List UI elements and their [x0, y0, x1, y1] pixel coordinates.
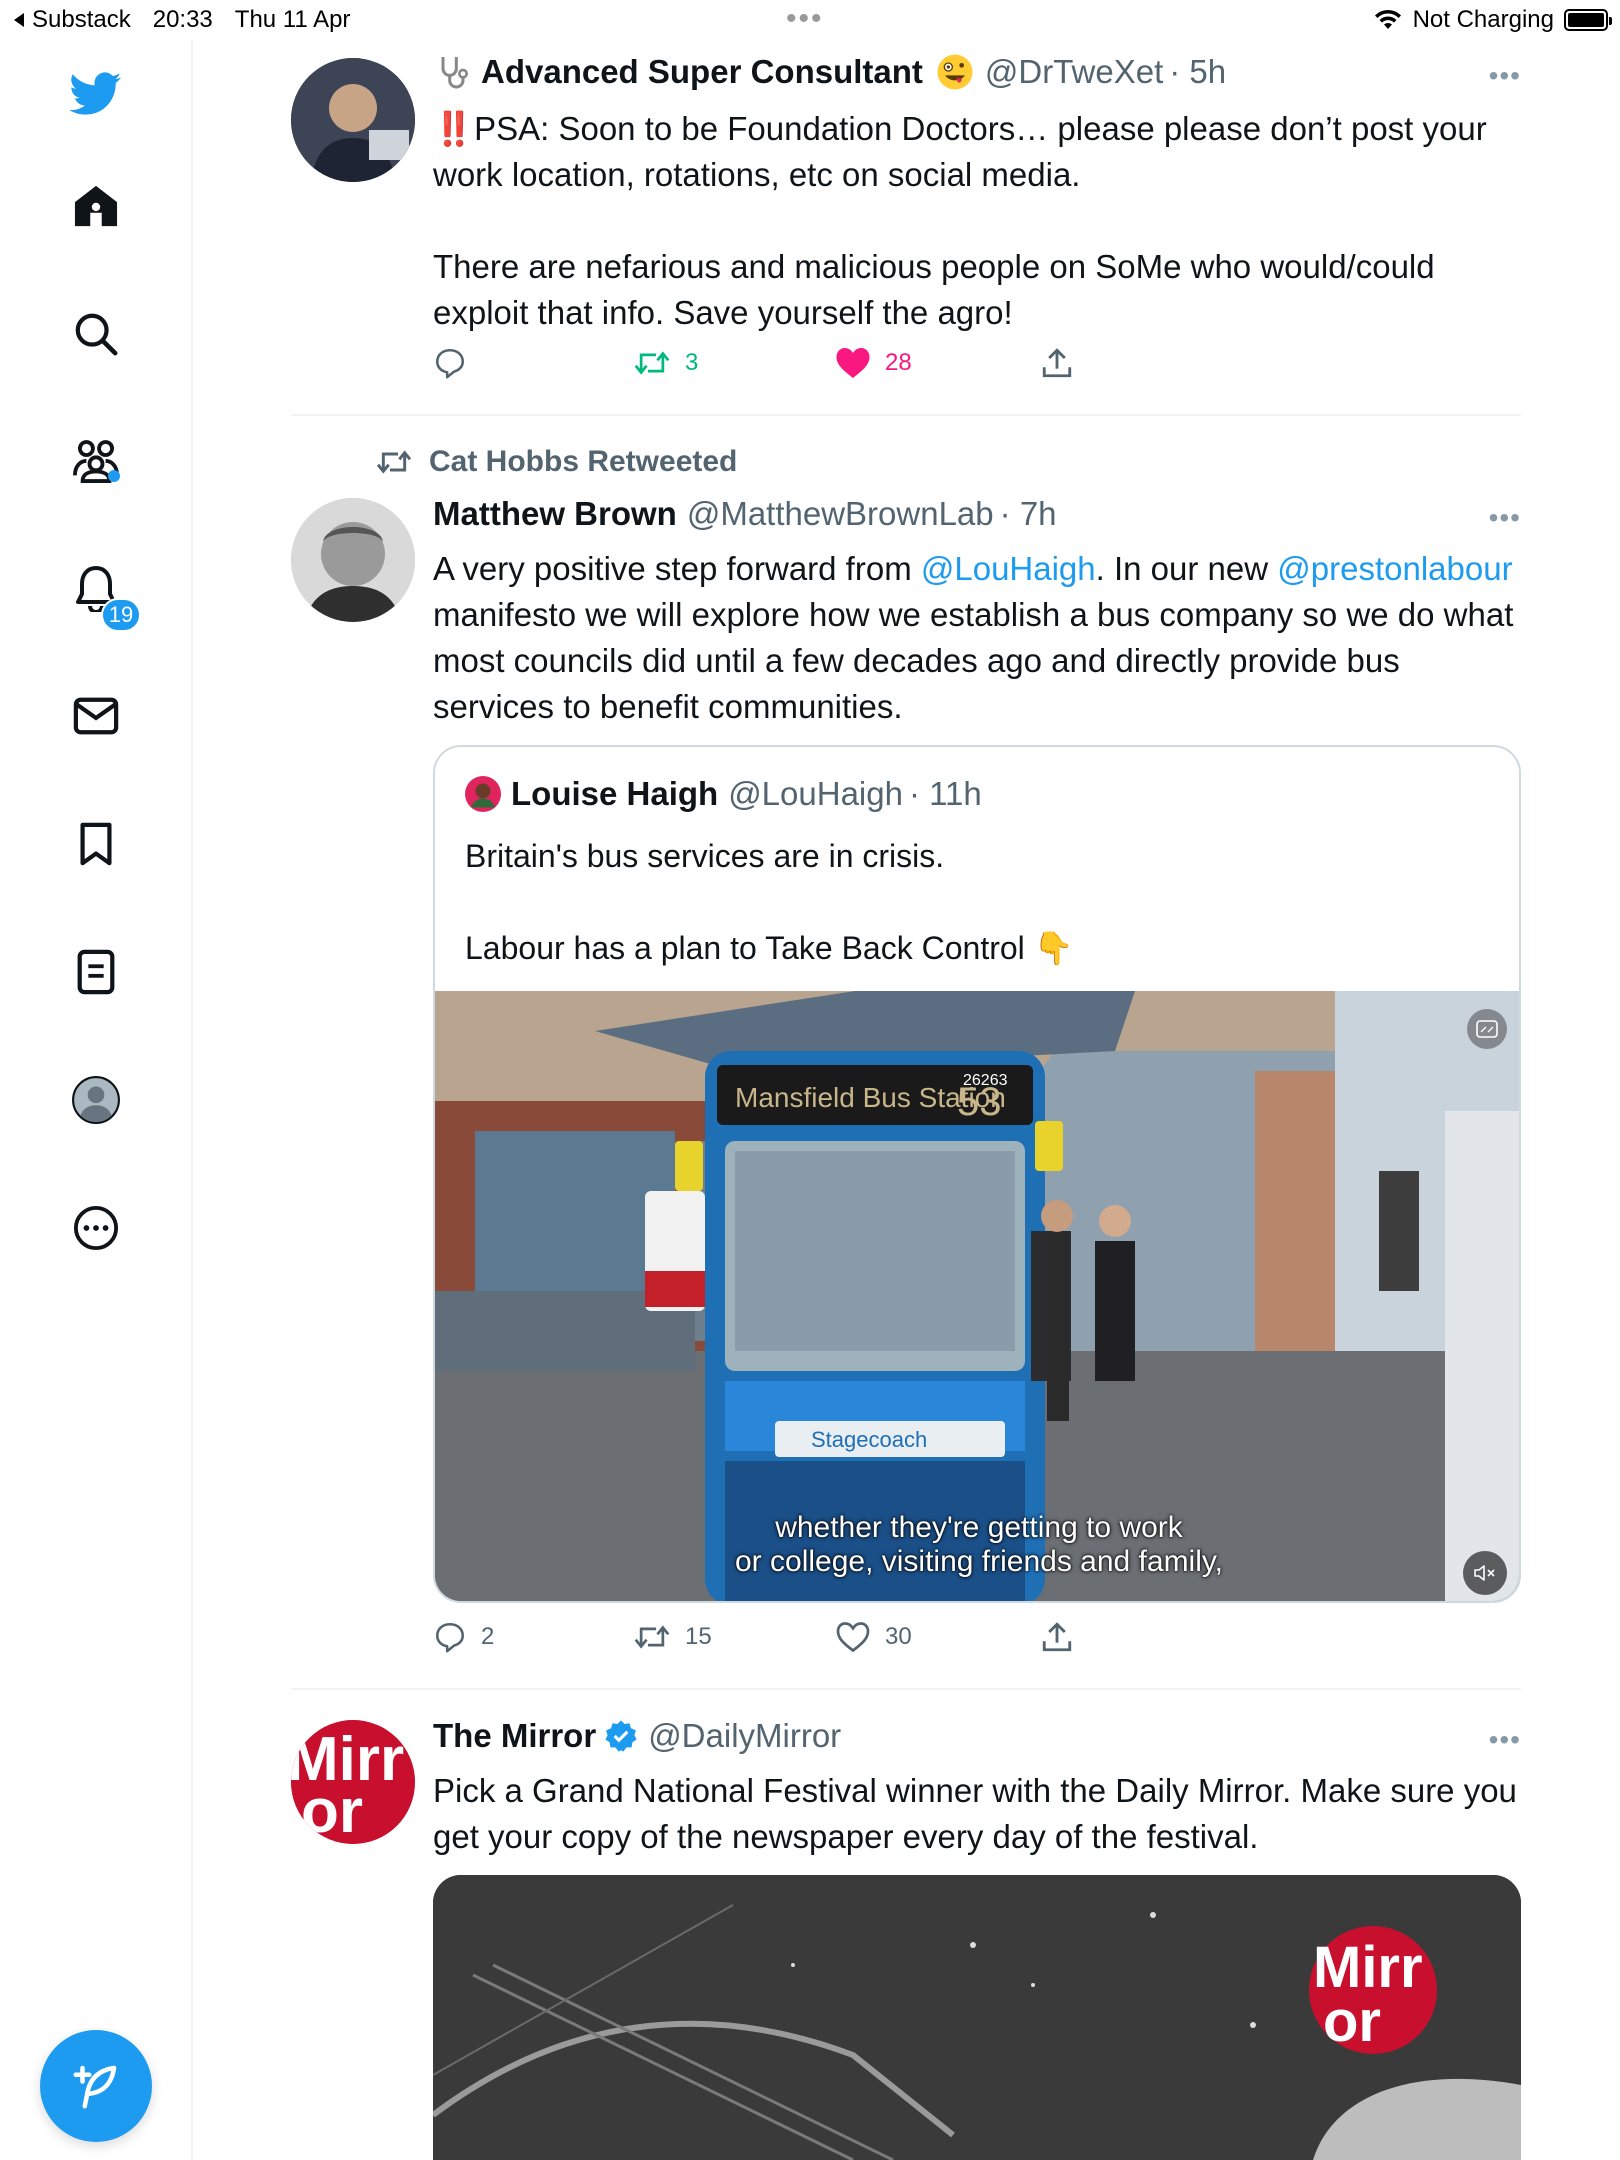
- retweet-button[interactable]: 15: [633, 1620, 712, 1654]
- status-bar: Substack 20:33 Thu 11 Apr ••• Not Chargi…: [0, 0, 1620, 40]
- battery-icon: [1564, 9, 1612, 31]
- retweet-icon: [376, 450, 412, 474]
- retweet-icon: [634, 1625, 670, 1649]
- video-frame-aintree: Mirr or: [433, 1875, 1521, 2160]
- retweet-icon: [634, 351, 670, 375]
- retweeted-by-label: Cat Hobbs Retweeted: [429, 445, 738, 478]
- tweet-text-segment: A very positive step forward from: [433, 550, 921, 587]
- tweet-text: ‼️PSA: Soon to be Foundation Doctors… pl…: [433, 110, 1496, 193]
- mirror-logo: Mirr or: [291, 1720, 415, 1844]
- author-name[interactable]: Matthew Brown: [433, 495, 677, 533]
- heart-filled-icon: [836, 348, 870, 378]
- share-button[interactable]: [1041, 1620, 1073, 1654]
- caption-line: or college, visiting friends and family,: [735, 1545, 1223, 1578]
- avatar[interactable]: Mirr or: [291, 1720, 415, 1844]
- like-count: 28: [885, 349, 912, 376]
- author-name[interactable]: Advanced Super Consultant: [481, 53, 923, 91]
- avatar[interactable]: [291, 498, 415, 622]
- back-triangle-icon: [14, 13, 24, 27]
- tweet-divider: [291, 1688, 1521, 1690]
- video-caption: whether they're getting to work or colle…: [435, 1511, 1519, 1579]
- retweeted-by[interactable]: Cat Hobbs Retweeted: [375, 445, 737, 479]
- mention-link[interactable]: @prestonlabour: [1277, 550, 1512, 587]
- charging-status: Not Charging: [1412, 6, 1554, 33]
- retweet-count: 15: [685, 1623, 712, 1650]
- compose-feather-icon: [73, 2065, 117, 2109]
- tweet-timestamp[interactable]: · 7h: [1000, 495, 1057, 533]
- share-icon: [1042, 1622, 1072, 1652]
- bookmarks-icon[interactable]: [70, 818, 122, 870]
- mention-link[interactable]: @LouHaigh: [921, 550, 1096, 587]
- svg-text:or: or: [1323, 1989, 1381, 2054]
- author-handle[interactable]: @DrTweXet: [985, 53, 1163, 91]
- tweet-timestamp[interactable]: · 5h: [1169, 53, 1226, 91]
- search-icon[interactable]: [70, 308, 122, 360]
- quoted-author-name[interactable]: Louise Haigh: [511, 775, 718, 813]
- tweet-divider: [291, 414, 1521, 416]
- tweet-actions: 3 28: [433, 346, 1133, 386]
- more-options-icon[interactable]: [70, 1202, 122, 1254]
- tweet-media-video[interactable]: Mirr or: [433, 1875, 1521, 2160]
- messages-envelope-icon[interactable]: [70, 690, 122, 742]
- verified-badge-icon: [605, 1720, 637, 1752]
- sidebar: 19: [0, 40, 193, 2160]
- author-name[interactable]: The Mirror: [433, 1717, 596, 1755]
- gif-fullscreen-icon[interactable]: [1467, 1009, 1507, 1049]
- mute-button[interactable]: [1463, 1551, 1507, 1595]
- quoted-avatar[interactable]: [465, 776, 501, 812]
- tweet-text: A very positive step forward from @LouHa…: [433, 546, 1521, 730]
- reply-icon: [435, 348, 465, 379]
- communities-indicator-dot: [108, 470, 120, 482]
- back-app-label: Substack: [32, 6, 131, 33]
- reply-button[interactable]: 2: [433, 1620, 494, 1654]
- tweet-more-icon[interactable]: •••: [1489, 502, 1521, 534]
- compose-tweet-button[interactable]: [40, 2030, 152, 2142]
- tweet-text: There are nefarious and malicious people…: [433, 248, 1444, 331]
- svg-text:or: or: [301, 1777, 363, 1844]
- reply-button[interactable]: [433, 346, 467, 380]
- author-handle[interactable]: @MatthewBrownLab: [687, 495, 994, 533]
- tweet-more-icon[interactable]: •••: [1489, 1724, 1521, 1756]
- reply-icon: [435, 1622, 465, 1653]
- tweet-more-icon[interactable]: •••: [1489, 60, 1521, 92]
- zany-face-emoji-icon: [937, 54, 973, 90]
- caption-line: whether they're getting to work: [775, 1511, 1183, 1544]
- tweet-text: Pick a Grand National Festival winner wi…: [433, 1772, 1527, 1855]
- like-button[interactable]: 28: [835, 346, 912, 380]
- tweet-actions: 2 15 30: [433, 1620, 1133, 1660]
- bus-brand-label: Stagecoach: [811, 1427, 927, 1452]
- status-time: 20:33: [152, 6, 213, 33]
- lists-icon[interactable]: [70, 946, 122, 998]
- avatar[interactable]: [291, 58, 415, 182]
- home-icon[interactable]: [70, 180, 122, 232]
- status-date: Thu 11 Apr: [234, 6, 351, 33]
- quoted-tweet[interactable]: Louise Haigh @LouHaigh · 11h Britain's b…: [433, 745, 1521, 1603]
- heart-outline-icon: [836, 1622, 870, 1653]
- back-to-app[interactable]: Substack: [12, 6, 131, 34]
- twitter-logo-icon[interactable]: [70, 68, 122, 120]
- like-button[interactable]: 30: [835, 1620, 912, 1654]
- quoted-author-handle[interactable]: @LouHaigh: [728, 775, 903, 813]
- retweet-count: 3: [685, 349, 699, 376]
- stethoscope-emoji-icon: [441, 57, 469, 89]
- video-player[interactable]: Mansfield Bus Station 53 26263 Stagecoac…: [435, 991, 1519, 1601]
- notifications-badge: 19: [101, 598, 141, 632]
- author-handle[interactable]: @DailyMirror: [648, 1717, 841, 1755]
- bus-fleet-number: 26263: [963, 1072, 1008, 1089]
- retweet-button[interactable]: 3: [633, 346, 698, 380]
- speaker-muted-icon: [1474, 1565, 1495, 1581]
- share-icon: [1042, 348, 1072, 378]
- reply-count: 2: [481, 1623, 495, 1650]
- quoted-timestamp[interactable]: · 11h: [909, 775, 982, 813]
- tweet-text-segment: . In our new: [1095, 550, 1278, 587]
- profile-avatar-icon[interactable]: [70, 1074, 122, 1126]
- share-button[interactable]: [1041, 346, 1073, 380]
- quoted-text: Britain's bus services are in crisis. La…: [465, 838, 1074, 966]
- wifi-icon: [1374, 9, 1401, 29]
- multitasking-dots[interactable]: •••: [786, 2, 824, 36]
- like-count: 30: [885, 1623, 912, 1650]
